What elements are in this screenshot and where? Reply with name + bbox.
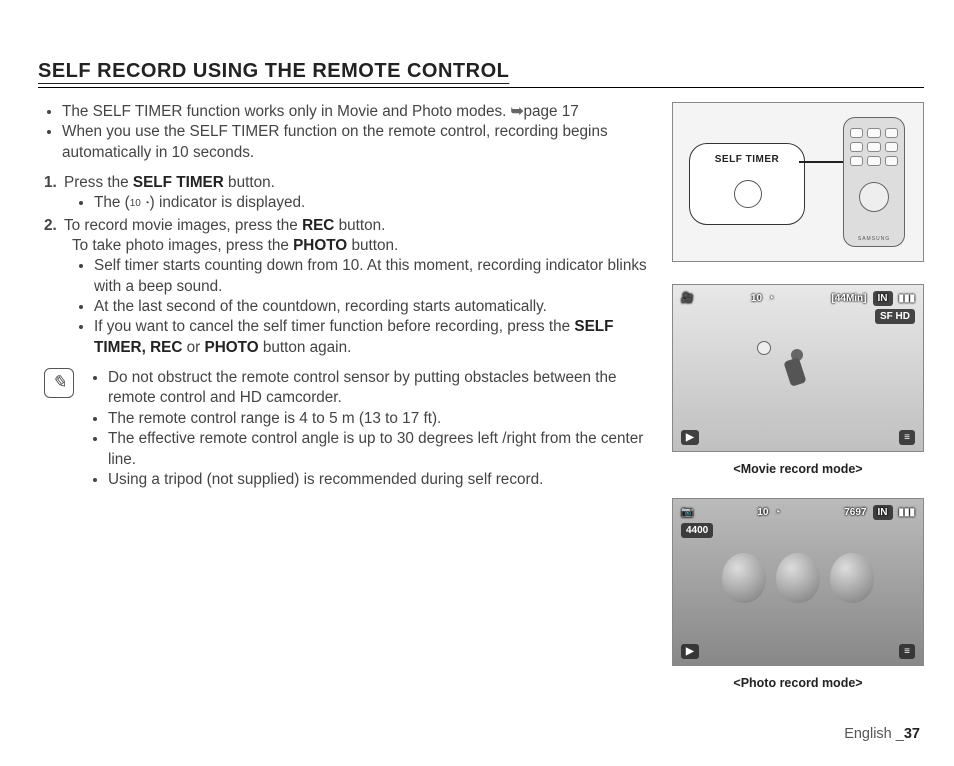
step-2-sub: Self timer starts counting down from 10.… bbox=[94, 256, 652, 297]
osd-quality-badge: SF HD bbox=[875, 309, 915, 324]
remote-button-icon bbox=[850, 156, 863, 166]
step-1: 1.Press the SELF TIMER button. The (10 ◔… bbox=[44, 173, 652, 214]
note-item: The remote control range is 4 to 5 m (13… bbox=[108, 409, 652, 429]
figure-column: SELF TIMER SAMSUNG 🎥 10 ◔ [4 bbox=[672, 102, 924, 690]
intro-bullet: The SELF TIMER function works only in Mo… bbox=[62, 102, 652, 122]
body-text-column: The SELF TIMER function works only in Mo… bbox=[38, 102, 652, 690]
figure-photo-record-screen: 📷 10 ◔ 7697 IN ▮▮▮ 4400 ▶ ≡ bbox=[672, 498, 924, 666]
remote-button-icon bbox=[850, 142, 863, 152]
figure-movie-record-screen: 🎥 10 ◔ [44Min] IN ▮▮▮ SF HD ▶ ≡ bbox=[672, 284, 924, 452]
figure-caption-photo: <Photo record mode> bbox=[672, 676, 924, 690]
step-1-sub: The (10 ◔) indicator is displayed. bbox=[94, 193, 652, 213]
remote-illustration: SAMSUNG bbox=[843, 117, 905, 247]
menu-icon: ≡ bbox=[899, 644, 915, 659]
remote-button-icon bbox=[867, 142, 880, 152]
play-icon: ▶ bbox=[681, 430, 699, 445]
note-item: Do not obstruct the remote control senso… bbox=[108, 368, 652, 409]
osd-remaining-time: [44Min] bbox=[832, 293, 867, 304]
remote-button-icon bbox=[885, 156, 898, 166]
remote-dpad-icon bbox=[859, 182, 889, 212]
play-icon: ▶ bbox=[681, 644, 699, 659]
intro-bullet: When you use the SELF TIMER function on … bbox=[62, 122, 652, 163]
sample-image-soccer bbox=[773, 345, 821, 415]
osd-timer-value: 10 bbox=[751, 293, 762, 304]
section-title: SELF RECORD USING THE REMOTE CONTROL bbox=[38, 60, 924, 88]
footer-language: English bbox=[844, 726, 892, 742]
step-2: 2.To record movie images, press the REC … bbox=[44, 216, 652, 358]
timer-10-icon: 10 bbox=[130, 198, 141, 209]
page-number: 37 bbox=[904, 726, 920, 742]
timer-clock-icon: ◔ bbox=[768, 293, 774, 304]
note-box: ✎ Do not obstruct the remote control sen… bbox=[38, 368, 652, 490]
timer-clock-icon: ◔ bbox=[141, 198, 150, 209]
remote-button-icon bbox=[885, 142, 898, 152]
osd-storage-icon: IN bbox=[873, 291, 893, 306]
figure-caption-movie: <Movie record mode> bbox=[672, 462, 924, 476]
figure-remote-control: SELF TIMER SAMSUNG bbox=[672, 102, 924, 262]
page-footer: English _37 bbox=[844, 726, 920, 742]
remote-button-icon bbox=[885, 128, 898, 138]
note-icon: ✎ bbox=[44, 368, 74, 398]
self-timer-callout: SELF TIMER bbox=[689, 143, 805, 225]
remote-button-icon bbox=[850, 128, 863, 138]
remote-button-icon bbox=[867, 156, 880, 166]
page-ref: page 17 bbox=[523, 103, 578, 120]
battery-icon: ▮▮▮ bbox=[899, 293, 916, 304]
step-2-sub: At the last second of the countdown, rec… bbox=[94, 297, 652, 317]
page-ref-arrow-icon: ➥ bbox=[511, 103, 524, 120]
note-item: Using a tripod (not supplied) is recomme… bbox=[108, 470, 652, 490]
menu-icon: ≡ bbox=[899, 430, 915, 445]
note-item: The effective remote control angle is up… bbox=[108, 429, 652, 470]
remote-button-icon bbox=[867, 128, 880, 138]
step-2-sub: If you want to cancel the self timer fun… bbox=[94, 317, 652, 358]
sample-image-fruits bbox=[683, 517, 913, 639]
remote-brand-label: SAMSUNG bbox=[844, 236, 904, 242]
mode-camcorder-icon: 🎥 bbox=[681, 293, 693, 304]
